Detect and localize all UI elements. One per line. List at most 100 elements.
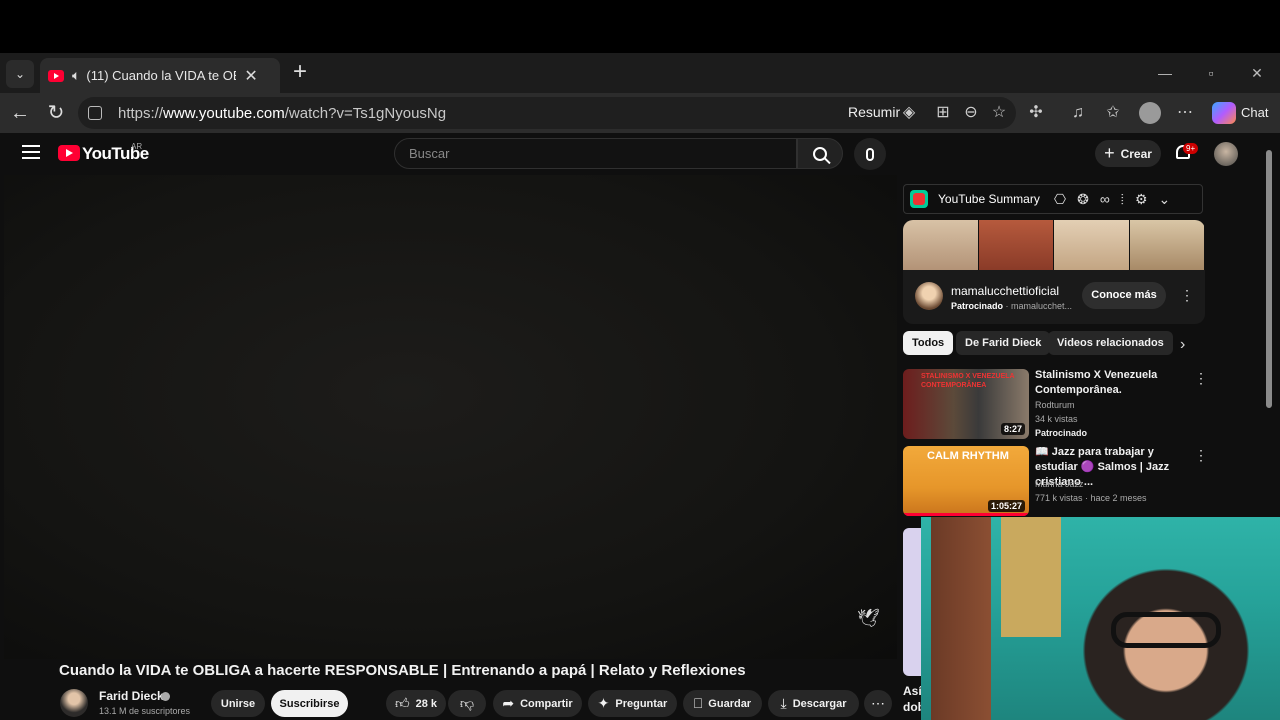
notification-badge: 9+ xyxy=(1183,143,1199,154)
more-actions-button[interactable]: ⋯ xyxy=(864,690,892,717)
video-title: Cuando la VIDA te OBLIGA a hacerte RESPO… xyxy=(59,662,746,679)
door-frame xyxy=(931,517,991,720)
video-thumbnail[interactable]: CALM RHYTHM 1:05:27 xyxy=(903,446,1029,516)
chip-videos-relacionados[interactable]: Videos relacionados xyxy=(1048,331,1173,355)
ad-menu-icon[interactable]: ⋮ xyxy=(1180,287,1194,304)
video-title-link[interactable]: Así dob xyxy=(903,683,921,715)
refresh-icon[interactable]: ↻ xyxy=(43,101,69,127)
search-button[interactable] xyxy=(797,138,843,169)
channel-avatar[interactable] xyxy=(60,689,88,717)
youtube-logo-icon[interactable] xyxy=(58,145,80,161)
advertiser-name[interactable]: mamalucchettioficial xyxy=(951,284,1059,298)
video-title-link[interactable]: Stalinismo X Venezuela Contemporânea. xyxy=(1035,368,1191,398)
thumbs-up-icon: 👍︎ xyxy=(394,695,410,711)
youtube-summary-bar[interactable]: YouTube Summary ⎔ ❂ ∞ ⦙ ⚙ ⌄ xyxy=(903,184,1203,214)
advertiser-avatar[interactable] xyxy=(915,282,943,310)
video-channel[interactable]: Rodturum xyxy=(1035,398,1075,412)
video-duration: 1:05:27 xyxy=(987,500,1025,512)
download-button[interactable]: ⤓ Descargar xyxy=(768,690,859,717)
join-button[interactable]: Unirse xyxy=(211,690,265,717)
youtube-summary-label: YouTube Summary xyxy=(938,192,1040,206)
video-views: 34 k vistas xyxy=(1035,414,1078,424)
ad-banner-image[interactable] xyxy=(903,220,1205,270)
dislike-button[interactable]: 👎︎ xyxy=(448,690,486,717)
back-arrow-icon[interactable]: ← xyxy=(7,101,33,127)
chatgpt-icon[interactable]: ❂ xyxy=(1077,191,1089,208)
desktop-top-strip xyxy=(0,0,1280,53)
save-button[interactable]: ⎕ Guardar xyxy=(683,690,762,717)
ask-button[interactable]: ✦ Preguntar xyxy=(588,690,677,717)
sponsored-tag: Patrocinado xyxy=(1035,428,1088,438)
video-views: 771 k vistas · hace 2 meses xyxy=(1035,493,1147,503)
sponsored-ad-card[interactable]: mamalucchettioficial Patrocinado · mamal… xyxy=(903,220,1205,324)
restore-icon[interactable]: ▫ xyxy=(1196,61,1226,85)
video-menu-icon[interactable]: ⋮ xyxy=(1194,370,1208,387)
hamburger-menu-icon[interactable] xyxy=(22,145,40,159)
url-text: https://www.youtube.com/watch?v=Ts1gNyou… xyxy=(118,104,447,122)
new-tab-button[interactable]: + xyxy=(288,60,312,85)
learn-more-button[interactable]: Conoce más xyxy=(1082,282,1166,309)
scrollbar-thumb[interactable] xyxy=(1266,150,1272,408)
verified-icon xyxy=(161,692,170,701)
chevron-down-icon: ⌄ xyxy=(14,67,26,81)
profile-avatar[interactable] xyxy=(1139,102,1161,124)
plus-icon: + xyxy=(1104,143,1115,163)
speaker-icon[interactable]: 🔈︎ xyxy=(72,67,80,84)
video-menu-icon[interactable]: ⋮ xyxy=(1194,447,1208,464)
youtube-summary-logo-icon xyxy=(910,190,928,208)
video-thumbnail[interactable] xyxy=(903,528,921,676)
video-thumbnail[interactable]: STALINISMO X VENEZUELA CONTEMPORÂNEA 8:2… xyxy=(903,369,1029,439)
chip-de-farid-dieck[interactable]: De Farid Dieck xyxy=(956,331,1051,355)
voice-search-button[interactable] xyxy=(854,138,886,170)
channel-name[interactable]: Farid Dieck xyxy=(99,689,164,703)
video-duration: 8:27 xyxy=(1000,423,1025,435)
video-channel[interactable]: Manna Jazz xyxy=(1035,477,1084,491)
waveform-icon[interactable]: ⦙ xyxy=(1121,191,1124,208)
thumbnail-caption: CALM RHYTHM xyxy=(927,450,1009,462)
share-icon: ➦ xyxy=(502,695,515,711)
glasses-icon[interactable]: ∞ xyxy=(1100,191,1110,208)
sparkle-icon: ✦ xyxy=(597,695,610,711)
video-player[interactable] xyxy=(4,175,897,659)
subscriber-count: 13.1 M de suscriptores xyxy=(99,706,191,716)
ad-sponsored-line: Patrocinado · mamalucchet... xyxy=(951,301,1073,311)
like-button[interactable]: 👍︎ 28 k xyxy=(386,690,446,717)
youtube-header: YouTube AR Buscar + Crear 9+ xyxy=(0,133,1262,175)
settings-gear-icon[interactable]: ⚙ xyxy=(1135,191,1148,208)
site-info-icon[interactable] xyxy=(88,106,102,120)
chat-button[interactable]: Chat xyxy=(1241,105,1268,120)
media-control-icon[interactable]: ♫ xyxy=(1067,102,1089,124)
user-avatar[interactable] xyxy=(1214,142,1238,166)
close-tab-icon[interactable]: ✕ xyxy=(244,66,257,86)
favorite-star-icon[interactable]: ☆ xyxy=(988,102,1010,124)
browser-tab-strip: ⌄ 🔈︎ (11) Cuando la VIDA te OBLIGA a hac… xyxy=(0,53,1280,93)
minimize-icon[interactable]: — xyxy=(1150,61,1180,85)
favorites-icon[interactable]: ✩ xyxy=(1102,102,1124,124)
zoom-icon[interactable]: ⊖ xyxy=(960,102,982,124)
more-horizontal-icon: ⋯ xyxy=(871,695,885,711)
more-menu-icon[interactable]: ⋯ xyxy=(1174,102,1196,124)
chevron-down-icon[interactable]: ⌄ xyxy=(1159,191,1171,208)
glasses xyxy=(1111,612,1221,648)
share-button[interactable]: ➦ Compartir xyxy=(493,690,582,717)
tab-actions-button[interactable]: ⌄ xyxy=(6,60,34,88)
chip-todos[interactable]: Todos xyxy=(903,331,954,355)
browser-toolbar: ← ↻ https://www.youtube.com/watch?v=Ts1g… xyxy=(0,93,1280,133)
download-icon: ⤓ xyxy=(780,695,787,711)
extensions-icon[interactable]: ✣ xyxy=(1025,102,1047,124)
search-icon xyxy=(813,146,827,161)
robot-icon[interactable]: ⎔ xyxy=(1054,191,1066,208)
region-code: AR xyxy=(131,142,143,151)
webcam-overlay xyxy=(921,517,1280,720)
copilot-icon[interactable] xyxy=(1212,102,1236,124)
close-window-icon[interactable]: ✕ xyxy=(1242,61,1272,85)
resumir-button[interactable]: Resumir xyxy=(848,104,900,120)
browser-tab-active[interactable]: 🔈︎ (11) Cuando la VIDA te OBLIGA a hacer… xyxy=(40,58,280,93)
apps-icon[interactable]: ⊞ xyxy=(932,102,954,124)
youtube-favicon-icon xyxy=(48,69,64,82)
chevron-right-icon[interactable]: › xyxy=(1180,336,1185,354)
summarize-icon[interactable]: ◈ xyxy=(898,102,920,124)
search-input[interactable]: Buscar xyxy=(394,138,797,169)
subscribe-button[interactable]: Suscribirse xyxy=(271,690,348,717)
create-button[interactable]: + Crear xyxy=(1095,140,1161,167)
